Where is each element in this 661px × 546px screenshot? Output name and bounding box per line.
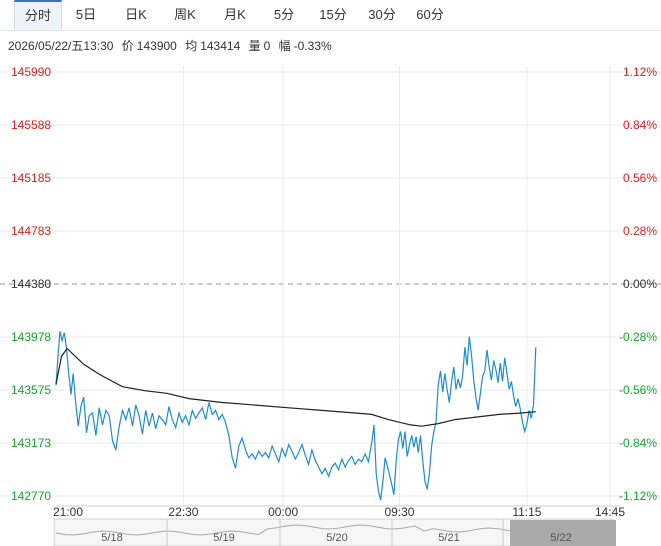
range-navigator[interactable]: 5/18 5/19 5/20 5/21 5/22 bbox=[53, 518, 616, 546]
chart-grid bbox=[0, 66, 661, 506]
intraday-chart[interactable]: 145990 145588 145185 144783 144380 143978 1435… bbox=[0, 0, 661, 546]
navigator-day-label: 5/21 bbox=[438, 532, 459, 544]
right-tick-label: -0.28% bbox=[619, 330, 657, 344]
time-tick-label: 00:00 bbox=[268, 505, 298, 519]
price-line bbox=[55, 331, 537, 501]
left-price-axis: 145990 145588 145185 144783 144380 143978 1435… bbox=[11, 65, 51, 503]
left-tick-label: 143173 bbox=[11, 436, 51, 450]
right-tick-label: -0.56% bbox=[619, 383, 657, 397]
left-tick-label: 145185 bbox=[11, 171, 51, 185]
navigator-day-label: 5/18 bbox=[101, 532, 122, 544]
time-tick-label: 09:30 bbox=[384, 505, 414, 519]
left-tick-label: 143978 bbox=[11, 330, 51, 344]
right-tick-label: -1.12% bbox=[619, 489, 657, 503]
right-tick-label: 0.84% bbox=[623, 118, 657, 132]
right-tick-label: 0.00% bbox=[623, 277, 657, 291]
left-tick-label: 142770 bbox=[11, 489, 51, 503]
left-tick-label: 144783 bbox=[11, 224, 51, 238]
left-tick-label: 145990 bbox=[11, 65, 51, 79]
time-tick-label: 14:45 bbox=[595, 505, 625, 519]
left-tick-label: 144380 bbox=[11, 277, 51, 291]
right-tick-label: 1.12% bbox=[623, 65, 657, 79]
time-tick-label: 22:30 bbox=[168, 505, 198, 519]
time-tick-label: 11:15 bbox=[512, 505, 541, 519]
navigator-day-label: 5/22 bbox=[550, 532, 571, 544]
navigator-day-label: 5/20 bbox=[326, 532, 347, 544]
right-tick-label: 0.56% bbox=[623, 171, 657, 185]
time-axis: 21:00 22:30 00:00 09:30 11:15 14:45 bbox=[53, 505, 625, 519]
right-tick-label: -0.84% bbox=[619, 436, 657, 450]
navigator-day-label: 5/19 bbox=[213, 532, 234, 544]
left-tick-label: 143575 bbox=[11, 383, 51, 397]
right-percent-axis: 1.12% 0.84% 0.56% 0.28% 0.00% -0.28% -0.56% -0.… bbox=[619, 65, 657, 503]
right-tick-label: 0.28% bbox=[623, 224, 657, 238]
left-tick-label: 145588 bbox=[11, 118, 51, 132]
chart-series bbox=[55, 331, 537, 501]
time-tick-label: 21:00 bbox=[53, 505, 83, 519]
